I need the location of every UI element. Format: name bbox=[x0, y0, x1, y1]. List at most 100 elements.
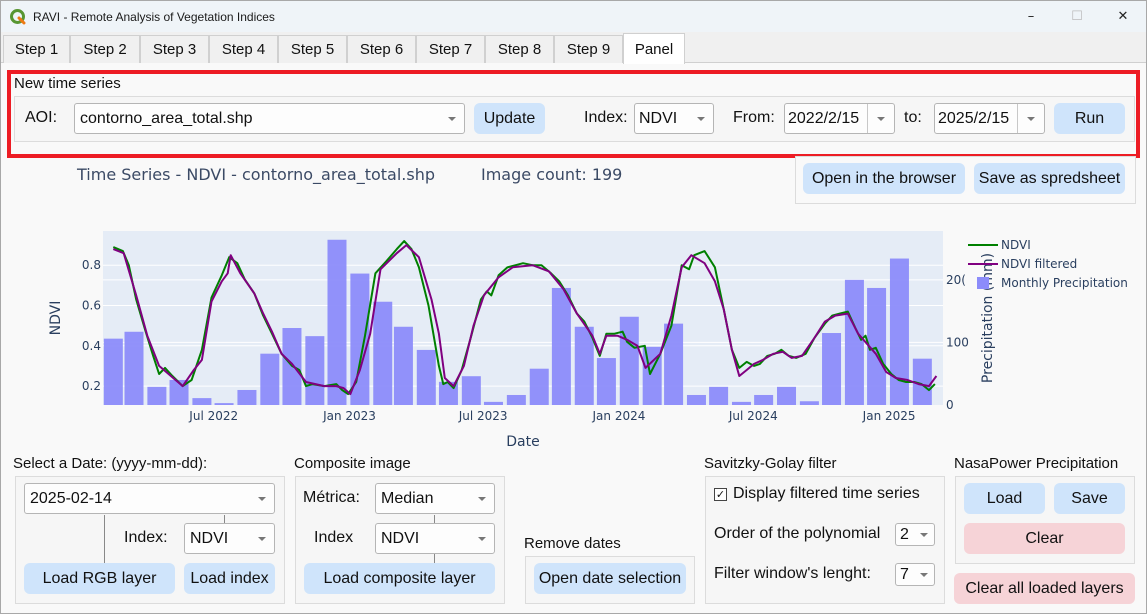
precipitation-bar bbox=[529, 368, 549, 405]
remove-dates-title: Remove dates bbox=[524, 535, 621, 552]
precipitation-bar bbox=[506, 394, 526, 405]
chevron-down-icon bbox=[920, 572, 928, 577]
chevron-down-icon bbox=[258, 536, 266, 541]
metric-label: Métrica: bbox=[303, 489, 360, 506]
y-axis-label: NDVI bbox=[48, 301, 64, 336]
legend-swatch bbox=[977, 277, 989, 289]
y-tick-label: 0.4 bbox=[82, 339, 101, 353]
precipitation-bar bbox=[754, 394, 774, 405]
chevron-down-icon bbox=[478, 536, 486, 541]
y-tick-label: 0.6 bbox=[82, 299, 101, 313]
load-composite-layer-button[interactable]: Load composite layer bbox=[304, 563, 495, 594]
clear-all-layers-button[interactable]: Clear all loaded layers bbox=[954, 573, 1135, 604]
precipitation-bar bbox=[103, 338, 123, 405]
close-button[interactable]: ✕ bbox=[1100, 1, 1146, 32]
minimize-button[interactable]: – bbox=[1008, 1, 1054, 32]
precipitation-bar bbox=[237, 389, 257, 405]
x-tick-label: Jan 2024 bbox=[592, 409, 646, 423]
tab-step-6[interactable]: Step 6 bbox=[347, 35, 416, 63]
layout-line bbox=[434, 515, 435, 523]
precipitation-bar bbox=[461, 376, 481, 405]
tab-step-1[interactable]: Step 1 bbox=[3, 35, 70, 63]
composite-index-value: NDVI bbox=[381, 529, 420, 547]
open-date-selection-button[interactable]: Open date selection bbox=[534, 563, 686, 594]
y-tick-label: 0.2 bbox=[82, 379, 101, 393]
precipitation-bar bbox=[596, 358, 616, 405]
x-tick-label: Jul 2024 bbox=[728, 409, 778, 423]
order-combo[interactable]: 2 bbox=[895, 523, 935, 546]
nasapower-load-button[interactable]: Load bbox=[964, 483, 1045, 514]
maximize-button[interactable]: ☐ bbox=[1054, 1, 1100, 32]
y-tick-label: 0.8 bbox=[82, 258, 101, 272]
window-length-value: 7 bbox=[900, 565, 909, 583]
x-tick-label: Jan 2025 bbox=[862, 409, 916, 423]
precipitation-bar bbox=[619, 316, 639, 405]
select-date-title: Select a Date: (yyyy-mm-dd): bbox=[13, 455, 208, 472]
metric-combo[interactable]: Median bbox=[375, 483, 495, 514]
tab-panel[interactable]: Panel bbox=[623, 33, 685, 64]
nasapower-title: NasaPower Precipitation bbox=[954, 455, 1119, 472]
legend-label: NDVI filtered bbox=[1001, 257, 1077, 271]
order-value: 2 bbox=[900, 525, 909, 543]
select-index-combo[interactable]: NDVI bbox=[184, 523, 275, 554]
nasapower-clear-button[interactable]: Clear bbox=[964, 523, 1125, 554]
y2-axis-label: Precipitation (mm) bbox=[980, 253, 996, 383]
select-index-label: Index: bbox=[124, 529, 168, 546]
precipitation-bar bbox=[551, 287, 571, 405]
legend-label: Monthly Precipitation bbox=[1001, 276, 1128, 290]
load-rgb-layer-button[interactable]: Load RGB layer bbox=[24, 563, 175, 594]
precipitation-bar bbox=[889, 258, 909, 405]
x-tick-label: Jan 2023 bbox=[322, 409, 376, 423]
precipitation-bar bbox=[709, 386, 729, 405]
date-value: 2025-02-14 bbox=[30, 489, 112, 507]
composite-title: Composite image bbox=[294, 455, 411, 472]
panel-content: New time series AOI: contorno_area_total… bbox=[2, 63, 1146, 613]
tab-step-2[interactable]: Step 2 bbox=[70, 35, 140, 63]
precipitation-bar bbox=[731, 401, 751, 405]
window-length-combo[interactable]: 7 bbox=[895, 563, 935, 586]
precipitation-bar bbox=[799, 401, 819, 405]
app-window: RAVI - Remote Analysis of Vegetation Ind… bbox=[0, 0, 1147, 614]
window-title: RAVI - Remote Analysis of Vegetation Ind… bbox=[33, 9, 275, 24]
precipitation-bar bbox=[574, 326, 594, 405]
precipitation-bar bbox=[214, 403, 234, 405]
window-length-label: Filter window's lenght: bbox=[714, 565, 871, 582]
tab-step-5[interactable]: Step 5 bbox=[278, 35, 347, 63]
tab-step-9[interactable]: Step 9 bbox=[554, 35, 623, 63]
composite-index-combo[interactable]: NDVI bbox=[375, 523, 495, 554]
precipitation-bar bbox=[416, 349, 436, 405]
precipitation-bar bbox=[777, 386, 797, 405]
savgol-title: Savitzky-Golay filter bbox=[704, 455, 837, 472]
precipitation-bar bbox=[124, 331, 144, 405]
metric-value: Median bbox=[381, 489, 434, 507]
qgis-logo-icon bbox=[10, 8, 26, 25]
nasapower-save-button[interactable]: Save bbox=[1054, 483, 1125, 514]
layout-line bbox=[104, 515, 105, 565]
chevron-down-icon bbox=[478, 496, 486, 501]
precipitation-bar bbox=[393, 326, 413, 405]
select-index-value: NDVI bbox=[190, 529, 229, 547]
x-axis-label: Date bbox=[506, 434, 539, 450]
date-combo[interactable]: 2025-02-14 bbox=[24, 483, 275, 514]
precipitation-bar bbox=[327, 239, 347, 405]
x-tick-label: Jul 2022 bbox=[188, 409, 238, 423]
ndvi-chart[interactable]: 0.2 0.4 0.6 0.8 0 100 20(Jul 2022 Jan 2023 Jul 2… bbox=[2, 63, 1146, 463]
precipitation-bar bbox=[822, 333, 842, 405]
display-filtered-checkbox[interactable]: ✓ bbox=[714, 488, 727, 501]
tab-step-4[interactable]: Step 4 bbox=[209, 35, 278, 63]
load-index-button[interactable]: Load index bbox=[184, 563, 275, 594]
tab-step-3[interactable]: Step 3 bbox=[140, 35, 209, 63]
precipitation-bar bbox=[147, 386, 167, 405]
chevron-down-icon bbox=[258, 496, 266, 501]
order-label: Order of the polynomial bbox=[714, 525, 881, 542]
tab-step-7[interactable]: Step 7 bbox=[416, 35, 485, 63]
precipitation-bar bbox=[686, 394, 706, 405]
tab-bar: Step 1 Step 2 Step 3 Step 4 Step 5 Step … bbox=[1, 32, 1146, 64]
title-bar: RAVI - Remote Analysis of Vegetation Ind… bbox=[1, 1, 1146, 32]
precipitation-bar bbox=[192, 398, 212, 405]
tab-step-8[interactable]: Step 8 bbox=[485, 35, 554, 63]
precipitation-bar bbox=[844, 279, 864, 405]
y2-tick-label: 0 bbox=[946, 398, 954, 412]
y2-tick-label: 100 bbox=[946, 335, 969, 349]
precipitation-bar bbox=[483, 401, 503, 405]
